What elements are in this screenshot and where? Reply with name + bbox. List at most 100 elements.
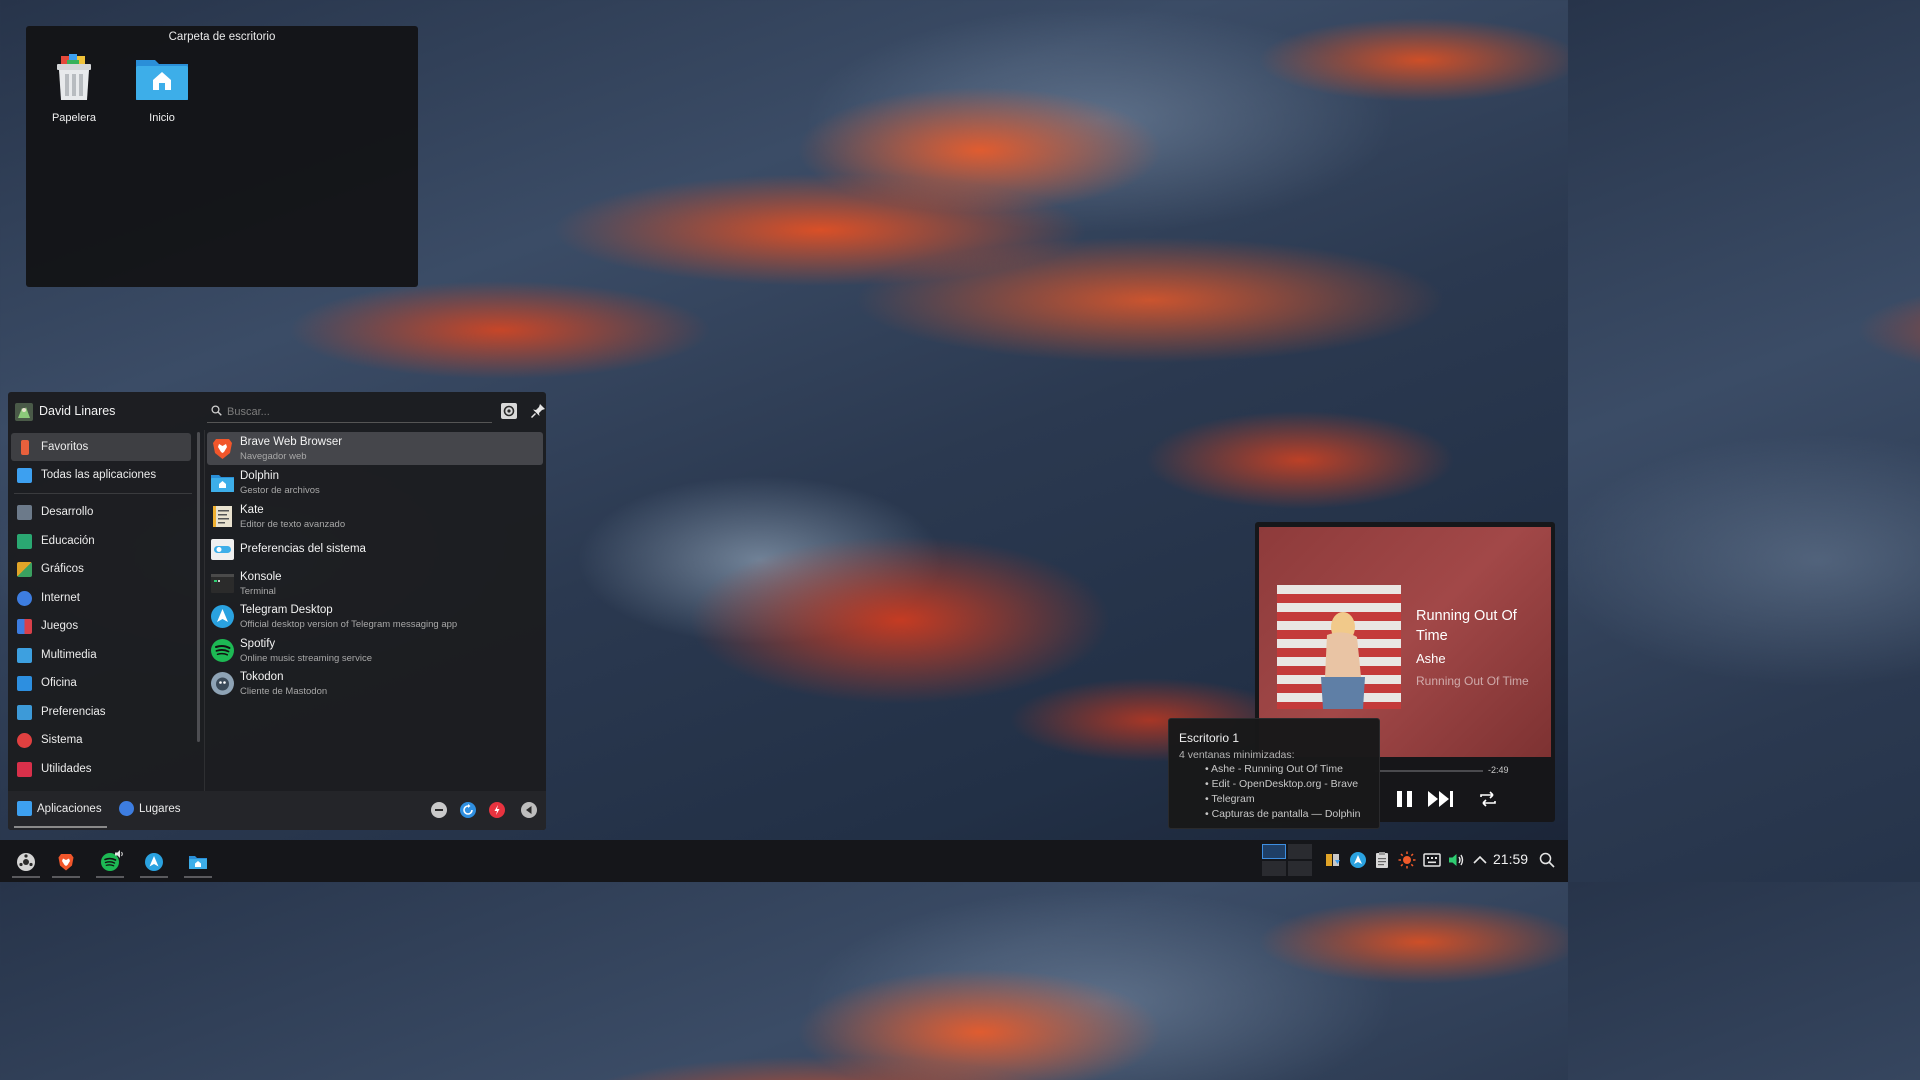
app-system-settings[interactable]: Preferencias del sistema — [207, 533, 543, 566]
category-utilities[interactable]: Utilidades — [11, 755, 191, 783]
category-office[interactable]: Oficina — [11, 669, 191, 697]
category-favorites[interactable]: Favoritos — [11, 433, 191, 461]
dolphin-icon — [211, 475, 234, 492]
telegram-tray[interactable] — [1349, 851, 1367, 869]
tab-label: Lugares — [139, 802, 181, 815]
app-name: Spotify — [240, 638, 276, 650]
app-description: Online music streaming service — [240, 653, 372, 664]
category-preferences[interactable]: Preferencias — [11, 698, 191, 726]
konsole-icon — [211, 574, 234, 593]
package-updates-icon — [1326, 854, 1340, 866]
category-label: Gráficos — [41, 563, 84, 575]
kde-menu-icon — [17, 853, 35, 871]
applications-icon — [17, 801, 32, 816]
tab-places[interactable]: Lugares — [119, 801, 181, 816]
app-description: Official desktop version of Telegram mes… — [240, 619, 458, 630]
configure-button[interactable] — [500, 402, 518, 420]
app-dolphin[interactable]: Dolphin Gestor de archivos — [207, 466, 543, 499]
pause-button[interactable] — [1395, 788, 1415, 815]
logout-button[interactable] — [431, 802, 447, 818]
app-konsole[interactable]: Konsole Terminal — [207, 567, 543, 600]
progress-bar[interactable] — [1375, 770, 1483, 772]
updates-tray[interactable] — [1324, 851, 1342, 869]
task-spotify[interactable] — [92, 846, 128, 878]
search-button[interactable] — [1538, 851, 1556, 869]
category-graphics[interactable]: Gráficos — [11, 555, 191, 583]
category-games[interactable]: Juegos — [11, 612, 191, 640]
category-label: Todas las aplicaciones — [41, 469, 157, 481]
system-icon — [17, 732, 32, 748]
search-input[interactable] — [227, 403, 477, 420]
app-description: Editor de texto avanzado — [240, 519, 346, 530]
desktop-3-cell[interactable] — [1262, 861, 1286, 876]
album-art — [1277, 585, 1401, 709]
power-icon — [494, 805, 500, 815]
volume-tray[interactable] — [1447, 851, 1465, 869]
app-brave[interactable]: Brave Web Browser Navegador web — [207, 432, 543, 465]
desktop-folder-widget: Carpeta de escritorio Papelera Inicio — [26, 26, 418, 287]
track-title: Running Out Of Time — [1416, 608, 1517, 644]
multimedia-icon — [17, 647, 32, 663]
task-brave[interactable] — [48, 846, 84, 878]
logout-icon — [435, 809, 443, 811]
desktop-icon-home[interactable]: Inicio — [123, 50, 201, 124]
telegram-icon — [1350, 852, 1366, 868]
category-label: Educación — [41, 535, 95, 547]
more-options-button[interactable] — [521, 802, 537, 818]
category-education[interactable]: Educación — [11, 527, 191, 555]
keyboard-tray[interactable] — [1423, 851, 1441, 869]
education-icon — [17, 533, 32, 549]
telegram-icon — [145, 853, 163, 871]
desktop-icon-trash[interactable]: Papelera — [35, 50, 113, 124]
show-hidden-tray-button[interactable] — [1471, 851, 1489, 869]
launcher-button[interactable] — [8, 846, 44, 878]
app-spotify[interactable]: Spotify Online music streaming service — [207, 634, 543, 667]
clock[interactable]: 21:59 — [1493, 851, 1528, 867]
development-icon — [17, 504, 32, 520]
category-all-apps[interactable]: Todas las aplicaciones — [11, 461, 191, 489]
app-kate[interactable]: Kate Editor de texto avanzado — [207, 500, 543, 533]
restart-button[interactable] — [460, 802, 476, 818]
desktop-1-cell[interactable] — [1262, 844, 1286, 859]
next-track-button[interactable] — [1426, 788, 1456, 815]
app-tokodon[interactable]: Tokodon Cliente de Mastodon — [207, 667, 543, 700]
desktop-4-cell[interactable] — [1288, 861, 1312, 876]
tab-applications[interactable]: Aplicaciones — [17, 801, 102, 816]
category-internet[interactable]: Internet — [11, 584, 191, 612]
task-dolphin[interactable] — [180, 846, 216, 878]
virtual-desktop-pager[interactable] — [1262, 844, 1312, 877]
telegram-icon — [211, 605, 234, 628]
pin-icon — [530, 404, 545, 419]
avatar[interactable] — [14, 402, 34, 422]
volume-icon — [1449, 854, 1464, 866]
time-remaining: -2:49 — [1488, 765, 1509, 775]
search-field[interactable] — [207, 400, 492, 423]
desktop-2-cell[interactable] — [1288, 844, 1312, 859]
application-launcher: David Linares Favoritos — [8, 392, 546, 830]
app-description: Navegador web — [240, 451, 307, 462]
app-telegram[interactable]: Telegram Desktop Official desktop versio… — [207, 600, 543, 633]
spotify-icon — [211, 639, 234, 662]
user-name: David Linares — [39, 404, 116, 418]
app-description: Cliente de Mastodon — [240, 686, 328, 697]
sun-icon — [1398, 851, 1416, 869]
pin-button[interactable] — [529, 402, 546, 420]
app-name: Telegram Desktop — [240, 604, 333, 616]
dolphin-icon — [189, 856, 207, 869]
category-label: Sistema — [41, 734, 83, 746]
category-development[interactable]: Desarrollo — [11, 498, 191, 526]
panel-divider — [204, 430, 205, 792]
shutdown-button[interactable] — [489, 802, 505, 818]
utilities-icon — [17, 761, 32, 777]
night-light-tray[interactable] — [1398, 851, 1416, 869]
category-system[interactable]: Sistema — [11, 726, 191, 754]
audio-playing-icon — [115, 850, 123, 858]
category-multimedia[interactable]: Multimedia — [11, 641, 191, 669]
app-name: Konsole — [240, 571, 282, 583]
app-name: Tokodon — [240, 671, 284, 683]
repeat-button[interactable] — [1477, 788, 1499, 815]
category-scrollbar[interactable] — [197, 432, 200, 742]
desktop-icon-label: Inicio — [149, 112, 175, 124]
clipboard-tray[interactable] — [1373, 851, 1391, 869]
task-telegram[interactable] — [136, 846, 172, 878]
